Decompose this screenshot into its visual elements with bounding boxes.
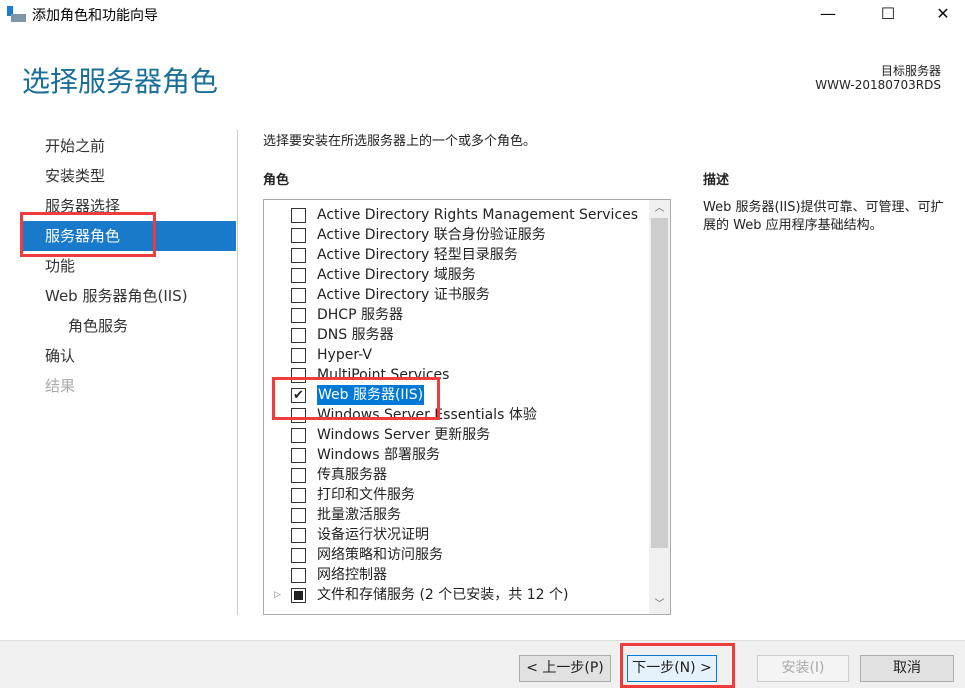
role-label: Active Directory Rights Management Servi… <box>317 207 639 223</box>
role-label: Windows 部署服务 <box>317 447 440 463</box>
role-checkbox[interactable] <box>291 428 306 443</box>
role-label: 设备运行状况证明 <box>317 527 429 543</box>
previous-button[interactable]: < 上一步(P) <box>519 655 611 682</box>
minimize-button[interactable]: — <box>805 0 851 30</box>
window-title: 添加角色和功能向导 <box>32 8 158 24</box>
role-checkbox[interactable] <box>291 328 306 343</box>
role-checkbox[interactable] <box>291 308 306 323</box>
role-item[interactable]: Hyper-V <box>264 345 649 365</box>
role-checkbox[interactable] <box>291 548 306 563</box>
page-title: 选择服务器角色 <box>22 65 219 98</box>
role-label: 批量激活服务 <box>317 507 401 523</box>
role-item[interactable]: Windows 部署服务 <box>264 445 649 465</box>
role-item[interactable]: ✔ Web 服务器(IIS) <box>264 385 649 405</box>
role-label: 传真服务器 <box>317 467 387 483</box>
role-label: 打印和文件服务 <box>317 487 415 503</box>
nav-item: 结果 <box>45 377 76 395</box>
role-item[interactable]: Active Directory 域服务 <box>264 265 649 285</box>
role-item[interactable]: Windows Server Essentials 体验 <box>264 405 649 425</box>
scroll-up-icon[interactable]: ︿ <box>649 200 670 218</box>
close-button[interactable]: ✕ <box>920 0 965 30</box>
role-item[interactable]: Active Directory 证书服务 <box>264 285 649 305</box>
nav-item[interactable]: 确认 <box>45 341 75 371</box>
role-label: Windows Server Essentials 体验 <box>317 407 537 423</box>
role-checkbox[interactable] <box>291 208 306 223</box>
nav-item[interactable]: Web 服务器角色(IIS) <box>45 281 188 311</box>
role-label: 文件和存储服务 (2 个已安装，共 12 个) <box>317 587 569 603</box>
role-label: Active Directory 联合身份验证服务 <box>317 227 546 243</box>
role-label: 网络控制器 <box>317 567 387 583</box>
role-item[interactable]: 批量激活服务 <box>264 505 649 525</box>
role-checkbox[interactable] <box>291 588 306 603</box>
role-item[interactable]: 打印和文件服务 <box>264 485 649 505</box>
role-checkbox[interactable] <box>291 288 306 303</box>
role-checkbox[interactable] <box>291 488 306 503</box>
role-item[interactable]: DHCP 服务器 <box>264 305 649 325</box>
description-text: Web 服务器(IIS)提供可靠、可管理、可扩展的 Web 应用程序基础结构。 <box>703 200 944 233</box>
role-item[interactable]: 设备运行状况证明 <box>264 525 649 545</box>
maximize-button[interactable]: ☐ <box>865 0 911 30</box>
title-bar: 添加角色和功能向导 — ☐ ✕ <box>0 0 965 30</box>
server-manager-icon <box>7 6 26 22</box>
role-item[interactable]: ▷ 文件和存储服务 (2 个已安装，共 12 个) <box>264 585 649 605</box>
nav-item[interactable]: 服务器角色 <box>22 221 236 251</box>
nav-item[interactable]: 开始之前 <box>45 131 105 161</box>
role-label: Active Directory 证书服务 <box>317 287 490 303</box>
role-checkbox[interactable] <box>291 528 306 543</box>
role-checkbox[interactable] <box>291 228 306 243</box>
role-checkbox[interactable] <box>291 568 306 583</box>
target-server-label: 目标服务器 <box>880 64 941 78</box>
role-checkbox[interactable] <box>291 268 306 283</box>
role-label: DHCP 服务器 <box>317 307 403 323</box>
role-label: Hyper-V <box>317 347 372 363</box>
role-label: Active Directory 轻型目录服务 <box>317 247 518 263</box>
role-item[interactable]: Active Directory 轻型目录服务 <box>264 245 649 265</box>
role-item[interactable]: Active Directory 联合身份验证服务 <box>264 225 649 245</box>
role-label: MultiPoint Services <box>317 367 450 383</box>
role-label: DNS 服务器 <box>317 327 394 343</box>
role-checkbox[interactable] <box>291 368 306 383</box>
role-checkbox[interactable] <box>291 468 306 483</box>
role-checkbox[interactable] <box>291 348 306 363</box>
role-label: 网络策略和访问服务 <box>317 547 443 563</box>
role-item[interactable]: 网络控制器 <box>264 565 649 585</box>
role-checkbox[interactable] <box>291 248 306 263</box>
role-item[interactable]: 传真服务器 <box>264 465 649 485</box>
role-item[interactable]: 网络策略和访问服务 <box>264 545 649 565</box>
role-checkbox[interactable] <box>291 508 306 523</box>
role-checkbox[interactable] <box>291 408 306 423</box>
role-checkbox[interactable]: ✔ <box>291 388 306 403</box>
scroll-down-icon[interactable]: ﹀ <box>649 596 670 614</box>
role-item[interactable]: DNS 服务器 <box>264 325 649 345</box>
next-button[interactable]: 下一步(N) > <box>627 655 717 682</box>
description-heading: 描述 <box>703 173 730 188</box>
divider <box>237 130 238 615</box>
expand-icon[interactable]: ▷ <box>274 585 281 605</box>
roles-list[interactable]: Active Directory Rights Management Servi… <box>263 199 671 615</box>
role-label: Windows Server 更新服务 <box>317 427 491 443</box>
nav-item[interactable]: 服务器选择 <box>45 191 120 221</box>
roles-heading: 角色 <box>263 173 290 188</box>
intro-text: 选择要安装在所选服务器上的一个或多个角色。 <box>263 134 537 149</box>
nav-item[interactable]: 功能 <box>45 251 75 281</box>
role-item[interactable]: Windows Server 更新服务 <box>264 425 649 445</box>
role-item[interactable]: MultiPoint Services <box>264 365 649 385</box>
nav-item[interactable]: 安装类型 <box>45 161 105 191</box>
target-server-name: WWW-20180703RDS <box>815 78 941 92</box>
role-checkbox[interactable] <box>291 448 306 463</box>
role-item[interactable]: Active Directory Rights Management Servi… <box>264 205 649 225</box>
cancel-button[interactable]: 取消 <box>860 655 954 682</box>
role-label: Web 服务器(IIS) <box>317 385 425 405</box>
install-button[interactable]: 安装(I) <box>757 655 849 682</box>
role-label: Active Directory 域服务 <box>317 267 476 283</box>
nav-item[interactable]: 角色服务 <box>68 311 128 341</box>
scrollbar-thumb[interactable] <box>651 218 668 548</box>
